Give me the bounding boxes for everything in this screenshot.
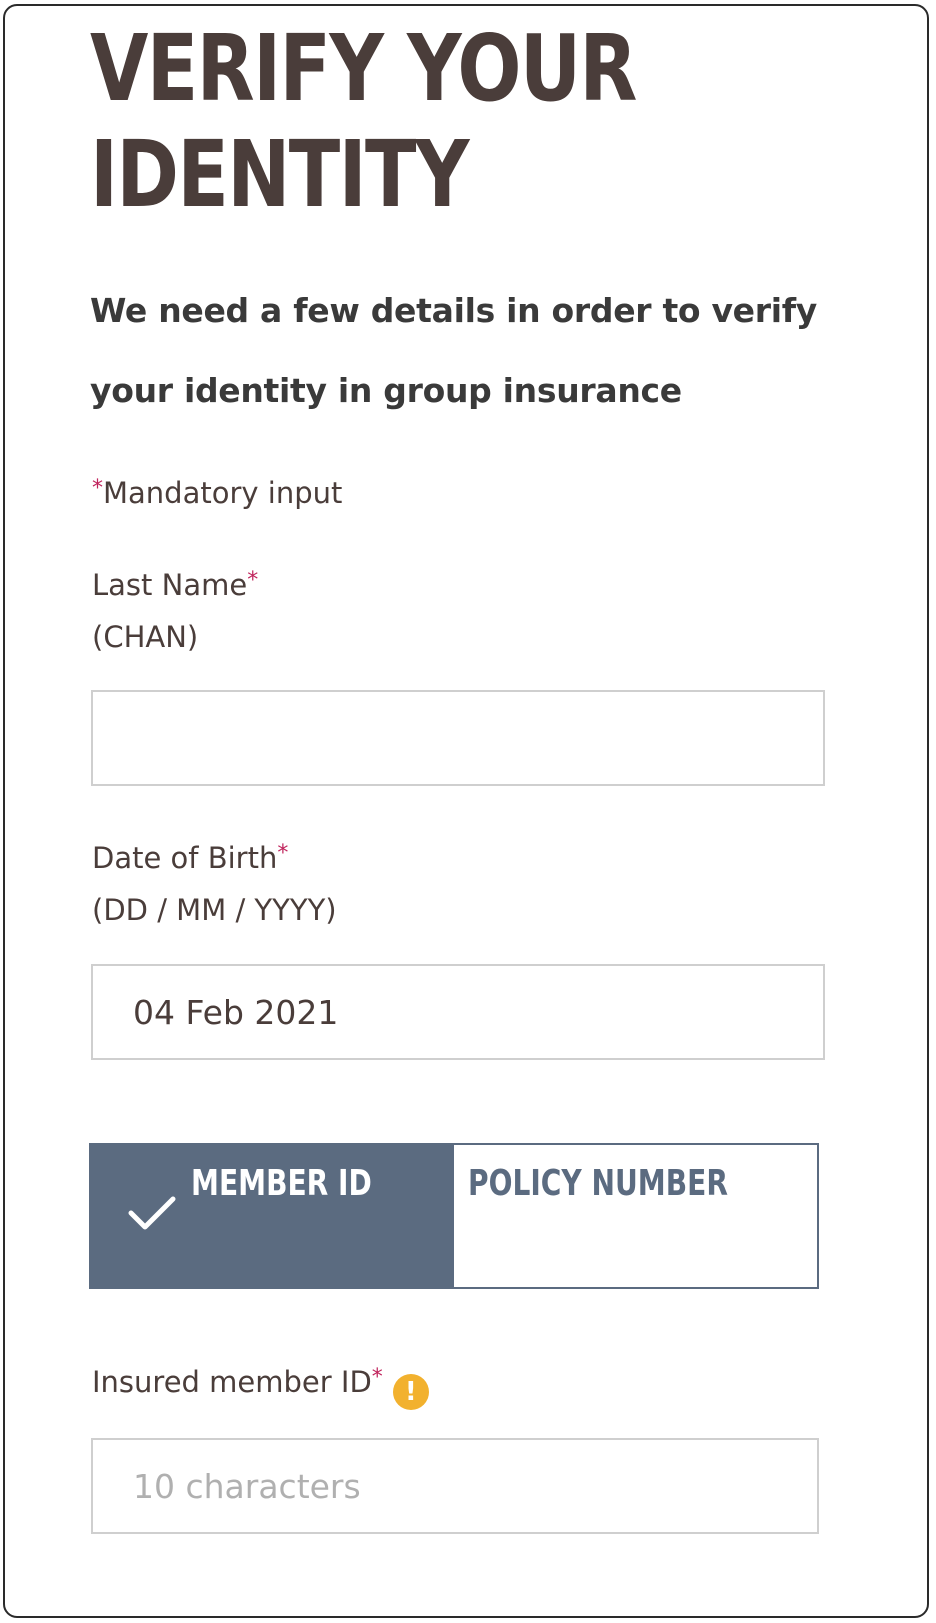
member-id-option[interactable]: MEMBER ID: [91, 1145, 454, 1287]
member-id-label-text: Insured member ID: [92, 1365, 372, 1399]
last-name-label-text: Last Name: [92, 568, 248, 602]
page-title-line-2: IDENTITY: [90, 121, 470, 228]
mandatory-note: *Mandatory input: [92, 476, 342, 510]
id-type-toggle: MEMBER ID POLICY NUMBER: [89, 1143, 819, 1289]
last-name-hint: (CHAN): [92, 620, 199, 654]
page-title: VERIFY YOUR IDENTITY: [90, 15, 638, 228]
page-subtitle: We need a few details in order to verify…: [90, 291, 818, 410]
policy-number-option-label: POLICY NUMBER: [468, 1163, 728, 1204]
dob-input[interactable]: [91, 964, 825, 1060]
required-asterisk: *: [277, 841, 289, 866]
last-name-label: Last Name* (CHAN): [92, 555, 258, 663]
required-asterisk: *: [247, 568, 259, 593]
mandatory-note-text: Mandatory input: [103, 476, 343, 510]
member-id-label: Insured member ID*!: [92, 1352, 429, 1410]
dob-label: Date of Birth* (DD / MM / YYYY): [92, 828, 337, 936]
last-name-input[interactable]: [91, 690, 825, 786]
page-title-line-1: VERIFY YOUR: [90, 15, 638, 122]
member-id-option-label: MEMBER ID: [191, 1163, 372, 1204]
policy-number-option[interactable]: POLICY NUMBER: [454, 1145, 817, 1287]
dob-label-text: Date of Birth: [92, 841, 278, 875]
member-id-input[interactable]: [91, 1438, 819, 1534]
warning-icon[interactable]: !: [392, 1374, 429, 1410]
required-asterisk: *: [371, 1365, 383, 1390]
dob-hint: (DD / MM / YYYY): [92, 893, 337, 927]
check-icon: [128, 1196, 176, 1230]
required-asterisk: *: [92, 476, 103, 501]
page-frame: VERIFY YOUR IDENTITY We need a few detai…: [3, 4, 929, 1618]
